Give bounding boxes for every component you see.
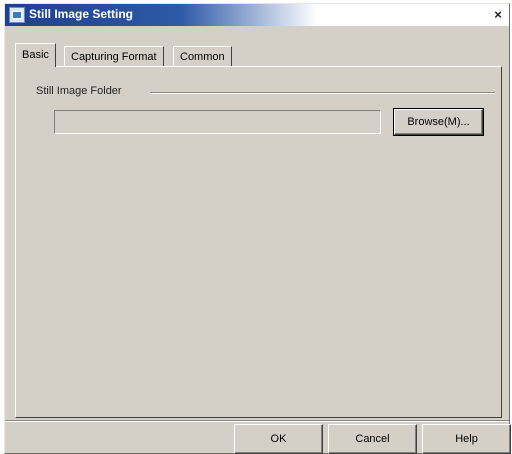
group-divider xyxy=(150,92,495,94)
browse-button[interactable]: Browse(M)... xyxy=(393,108,484,136)
basic-tab-panel: Still Image Folder Browse(M)... xyxy=(15,66,502,418)
close-icon[interactable]: × xyxy=(491,7,505,22)
ok-button[interactable]: OK xyxy=(234,424,323,454)
still-image-folder-label: Still Image Folder xyxy=(36,85,122,97)
help-button[interactable]: Help xyxy=(422,424,511,454)
still-image-setting-dialog: Still Image Setting × Basic Capturing Fo… xyxy=(4,3,511,454)
title-bar[interactable]: Still Image Setting × xyxy=(5,4,509,26)
tab-basic[interactable]: Basic xyxy=(15,43,56,67)
tab-capturing-format[interactable]: Capturing Format xyxy=(64,46,164,67)
window-title: Still Image Setting xyxy=(29,7,134,21)
still-image-folder-field[interactable] xyxy=(54,110,381,134)
app-image-icon xyxy=(9,7,25,23)
footer-divider xyxy=(5,420,509,422)
tab-common[interactable]: Common xyxy=(173,46,232,67)
cancel-button[interactable]: Cancel xyxy=(328,424,417,454)
